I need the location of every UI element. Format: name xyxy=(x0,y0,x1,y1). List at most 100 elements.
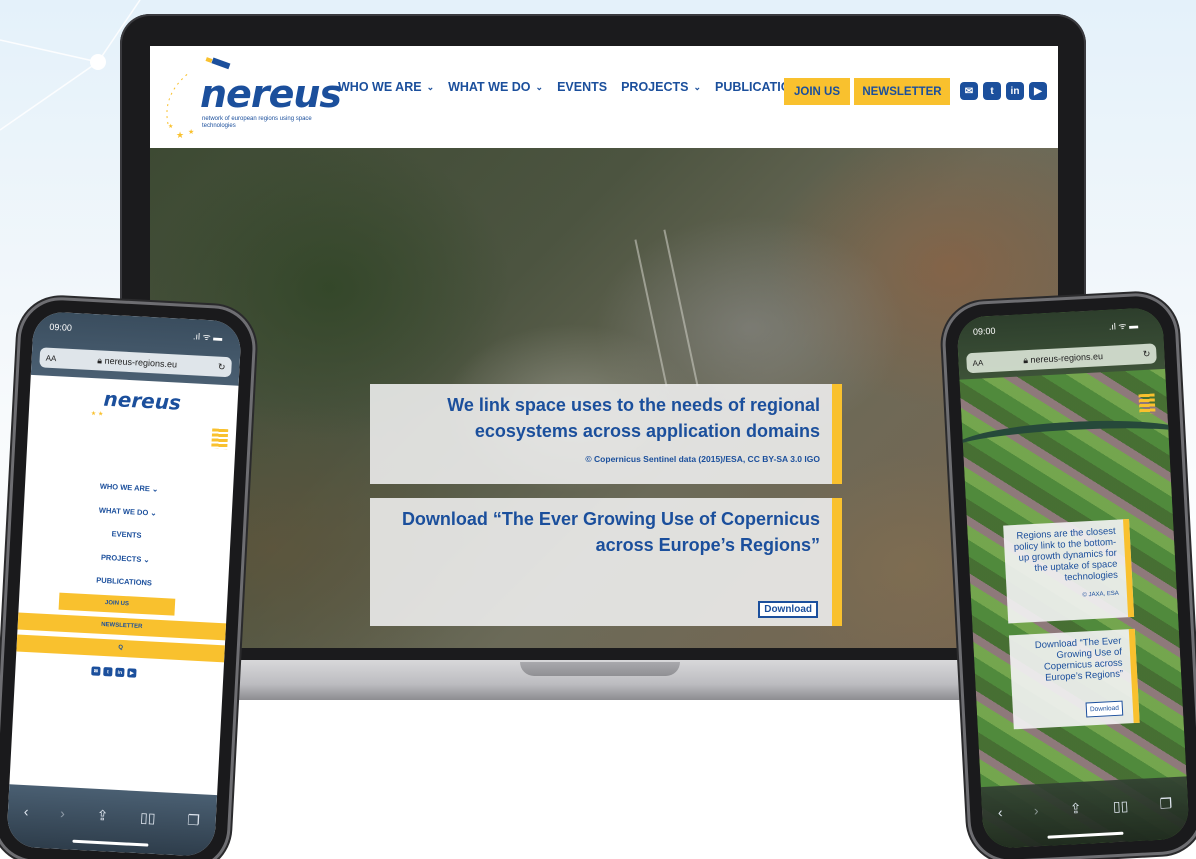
browser-toolbar: ‹ › ⇪ ▯▯ ❐ xyxy=(6,784,218,858)
hero-headline-card: We link space uses to the needs of regio… xyxy=(370,384,842,484)
chevron-down-icon: ⌄ xyxy=(535,81,544,92)
nav-label: PROJECTS xyxy=(621,80,689,94)
back-icon[interactable]: ‹ xyxy=(23,803,29,820)
chevron-down-icon: ⌄ xyxy=(143,554,150,564)
download-card: Download “The Ever Growing Use of Copern… xyxy=(370,498,842,626)
url-value: nereus-regions.eu xyxy=(104,355,178,369)
main-nav: WHO WE ARE ⌄ WHAT WE DO ⌄ EVENTS PROJECT… xyxy=(338,80,808,94)
logo-wordmark: nereus xyxy=(200,72,342,116)
reload-icon[interactable]: ↻ xyxy=(1143,348,1151,359)
mobile-download-card: Download “The Ever Growing Use of Copern… xyxy=(1008,628,1140,730)
linkedin-icon[interactable]: in xyxy=(1006,82,1024,100)
signal-battery-icon: .ıl ᯤ ▬ xyxy=(192,331,223,343)
url-value: nereus-regions.eu xyxy=(1030,350,1104,365)
river-feature xyxy=(956,415,1190,469)
twitter-icon[interactable]: t xyxy=(103,667,113,677)
lock-icon: 🔒︎ xyxy=(97,354,103,366)
download-title: Download “The Ever Growing Use of Copern… xyxy=(401,509,820,555)
tabs-icon[interactable]: ❐ xyxy=(187,812,200,830)
chevron-down-icon: ⌄ xyxy=(150,507,157,518)
mobile-download-button[interactable]: Download xyxy=(1085,700,1124,718)
youtube-icon[interactable]: ▶ xyxy=(1029,82,1047,100)
nav-who-we-are[interactable]: WHO WE ARE ⌄ xyxy=(338,80,434,94)
chevron-down-icon: ⌄ xyxy=(426,81,435,92)
nav-label: WHO WE ARE xyxy=(338,80,422,94)
address-bar[interactable]: AA 🔒︎ nereus-regions.eu ↻ xyxy=(39,347,233,378)
home-indicator xyxy=(1047,831,1124,839)
social-links: ✉ t in ▶ xyxy=(960,82,1047,100)
chevron-down-icon: ⌄ xyxy=(151,484,159,494)
url-text: 🔒︎ nereus-regions.eu xyxy=(987,349,1139,368)
bookmarks-icon[interactable]: ▯▯ xyxy=(1112,797,1128,815)
site-header: ★ ★ ★ nereus network of european regions… xyxy=(150,46,1058,148)
linkedin-icon[interactable]: in xyxy=(115,667,125,678)
email-icon[interactable]: ✉ xyxy=(960,82,978,100)
join-us-button[interactable]: JOIN US xyxy=(784,78,850,105)
hero-satellite-image: We link space uses to the needs of regio… xyxy=(150,148,1058,648)
nav-label: WHAT WE DO xyxy=(448,80,531,94)
forward-icon[interactable]: › xyxy=(1033,802,1039,819)
twitter-icon[interactable]: t xyxy=(983,82,1001,100)
mobile-join-us-button[interactable]: JOIN US xyxy=(58,592,176,616)
mobile-hero-headline: Regions are the closest policy link to t… xyxy=(1013,525,1119,584)
nav-label: WHAT WE DO xyxy=(98,505,149,517)
reload-icon[interactable]: ↻ xyxy=(218,361,226,372)
desktop-website: ★ ★ ★ nereus network of european regions… xyxy=(150,46,1058,648)
laptop-notch xyxy=(520,662,680,676)
browser-top-bar: 09:00 .ıl ᯤ ▬ AA 🔒︎ nereus-regions.eu ↻ xyxy=(30,310,242,386)
mobile-website-menu: 09:00 .ıl ᯤ ▬ AA 🔒︎ nereus-regions.eu ↻ … xyxy=(6,310,242,858)
nav-label: PUBLICATIONS xyxy=(96,575,153,588)
nav-what-we-do[interactable]: WHAT WE DO ⌄ xyxy=(448,80,543,94)
bookmarks-icon[interactable]: ▯▯ xyxy=(140,809,156,827)
nav-label: EVENTS xyxy=(111,529,142,540)
mobile-hero-card: Regions are the closest policy link to t… xyxy=(1003,518,1135,624)
image-credit: © Copernicus Sentinel data (2015)/ESA, C… xyxy=(585,454,820,464)
status-time: 09:00 xyxy=(49,321,73,333)
image-credit: © JAXA, ESA xyxy=(1082,590,1120,599)
nav-label: PROJECTS xyxy=(100,552,142,564)
tabs-icon[interactable]: ❐ xyxy=(1159,795,1172,813)
nereus-logo[interactable]: ★ ★ ★ nereus network of european regions… xyxy=(160,54,342,142)
phone-right: 09:00 .ıl ᯤ ▬ AA 🔒︎ nereus-regions.eu ↻ … xyxy=(943,294,1196,859)
svg-text:★: ★ xyxy=(176,130,184,140)
mobile-website-home: 09:00 .ıl ᯤ ▬ AA 🔒︎ nereus-regions.eu ↻ … xyxy=(956,306,1190,850)
browser-top-bar: 09:00 .ıl ᯤ ▬ AA 🔒︎ nereus-regions.eu ↻ xyxy=(956,306,1166,380)
back-icon[interactable]: ‹ xyxy=(997,804,1003,821)
search-icon: Q xyxy=(118,644,124,652)
browser-toolbar: ‹ › ⇪ ▯▯ ❐ xyxy=(980,776,1190,850)
status-time: 09:00 xyxy=(972,325,996,337)
url-text: 🔒︎ nereus-regions.eu xyxy=(60,353,214,372)
svg-text:★: ★ xyxy=(188,128,194,136)
nav-label: WHO WE ARE xyxy=(99,481,151,494)
hamburger-menu-icon[interactable] xyxy=(211,428,229,450)
nereus-logo[interactable]: nereus ★ ★ xyxy=(90,386,182,430)
newsletter-button[interactable]: NEWSLETTER xyxy=(854,78,950,105)
text-size-button[interactable]: AA xyxy=(46,353,57,363)
logo-stars-icon: ★ ★ xyxy=(90,411,104,418)
mobile-nav-menu: WHO WE ARE ⌄ WHAT WE DO ⌄ EVENTS PROJECT… xyxy=(20,471,234,599)
logo-tagline: network of european regions using space … xyxy=(202,116,312,129)
share-icon[interactable]: ⇪ xyxy=(1069,800,1082,818)
signal-battery-icon: .ıl ᯤ ▬ xyxy=(1108,320,1139,332)
hero-headline: We link space uses to the needs of regio… xyxy=(447,395,820,441)
address-bar[interactable]: AA 🔒︎ nereus-regions.eu ↻ xyxy=(966,343,1157,374)
hamburger-menu-icon[interactable] xyxy=(1138,393,1156,415)
nav-projects[interactable]: PROJECTS ⌄ xyxy=(621,80,701,94)
lock-icon: 🔒︎ xyxy=(1022,354,1029,365)
runway-line xyxy=(634,239,668,387)
nav-events[interactable]: EVENTS xyxy=(557,80,607,94)
email-icon[interactable]: ✉ xyxy=(91,666,101,676)
chevron-down-icon: ⌄ xyxy=(693,81,702,92)
mobile-download-title: Download “The Ever Growing Use of Copern… xyxy=(1034,635,1124,684)
phone-left: 09:00 .ıl ᯤ ▬ AA 🔒︎ nereus-regions.eu ↻ … xyxy=(0,298,255,859)
nav-label: EVENTS xyxy=(557,80,608,94)
logo-wordmark: nereus xyxy=(103,386,182,415)
runway-line xyxy=(663,229,699,387)
text-size-button[interactable]: AA xyxy=(972,358,983,368)
youtube-icon[interactable]: ▶ xyxy=(127,668,137,678)
download-button[interactable]: Download xyxy=(758,601,818,618)
share-icon[interactable]: ⇪ xyxy=(96,807,109,825)
forward-icon[interactable]: › xyxy=(60,805,66,822)
svg-text:★: ★ xyxy=(168,123,173,130)
home-indicator xyxy=(72,839,149,847)
